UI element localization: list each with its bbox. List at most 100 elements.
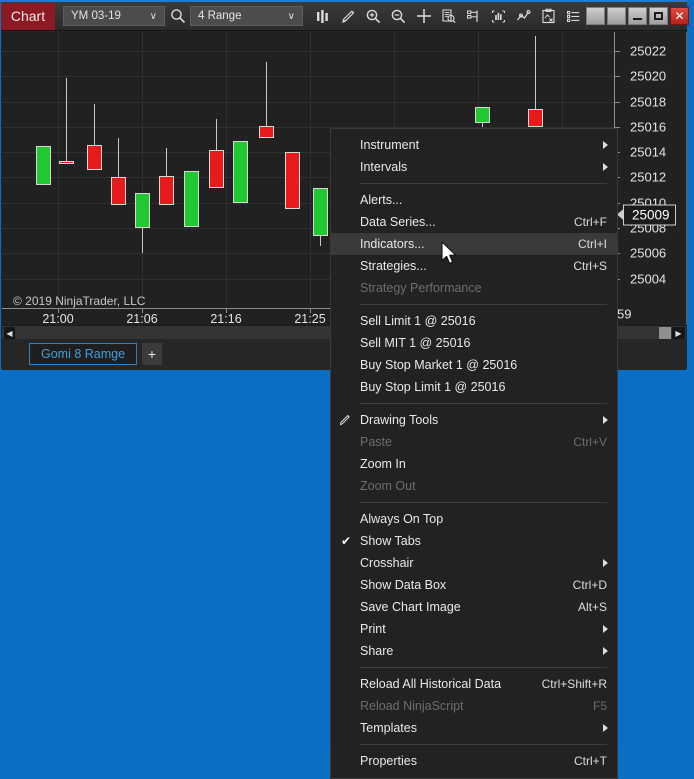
price-axis-tick	[615, 51, 620, 52]
close-button[interactable]: ✕	[670, 7, 689, 25]
partial-time-label: 59	[617, 306, 632, 322]
menu-item-label: Sell Limit 1 @ 25016	[360, 314, 476, 328]
menu-item-strategies[interactable]: Strategies... Ctrl+S	[331, 255, 617, 277]
crosshair-icon[interactable]	[411, 4, 436, 28]
menu-item-shortcut: Ctrl+T	[574, 754, 607, 768]
menu-item-label: Properties	[360, 754, 417, 768]
menu-item-shortcut: Ctrl+D	[572, 578, 607, 592]
indicators-icon[interactable]	[486, 4, 511, 28]
candle-body	[111, 177, 126, 206]
last-price-marker: 25009	[617, 204, 676, 226]
scrollbar-thumb[interactable]	[659, 327, 671, 339]
menu-item-show-data-box[interactable]: Show Data Box Ctrl+D	[331, 574, 617, 596]
candle-body	[184, 171, 199, 227]
menu-item-drawing-tools[interactable]: Drawing Tools	[331, 409, 617, 431]
list-icon[interactable]	[561, 4, 586, 28]
price-axis-label: 25012	[630, 169, 667, 185]
interval-selector[interactable]: 4 Range ∨	[190, 6, 303, 26]
menu-item-label: Share	[360, 644, 394, 658]
menu-item-shortcut: Ctrl+S	[573, 259, 607, 273]
menu-item-label: Buy Stop Market 1 @ 25016	[360, 358, 518, 372]
zoom-out-icon[interactable]	[386, 4, 411, 28]
templates-icon[interactable]	[536, 4, 561, 28]
menu-item-print[interactable]: Print	[331, 618, 617, 640]
menu-separator	[360, 183, 607, 184]
submenu-arrow-icon	[603, 141, 608, 149]
instrument-value: YM 03-19	[71, 10, 121, 22]
interval-value: 4 Range	[198, 10, 242, 22]
checkmark-icon: ✔	[341, 534, 352, 548]
gridline-vertical	[58, 32, 59, 304]
menu-item-share[interactable]: Share	[331, 640, 617, 662]
menu-item-reload-all-historical-data[interactable]: Reload All Historical Data Ctrl+Shift+R	[331, 673, 617, 695]
gridline-vertical	[310, 32, 311, 304]
chart-tab-gomi[interactable]: Gomi 8 Ramge	[29, 343, 138, 365]
minimize-button[interactable]	[628, 7, 647, 25]
restore-down-button[interactable]	[586, 7, 605, 25]
menu-item-label: Data Series...	[360, 215, 436, 229]
price-axis-label: 25020	[630, 68, 667, 84]
price-axis-label: 25006	[630, 245, 667, 261]
menu-item-data-series[interactable]: Data Series... Ctrl+F	[331, 211, 617, 233]
menu-item-label: Print	[360, 622, 386, 636]
menu-item-instrument[interactable]: Instrument	[331, 134, 617, 156]
instrument-selector[interactable]: YM 03-19 ∨	[63, 6, 165, 26]
menu-item-paste: Paste Ctrl+V	[331, 431, 617, 453]
search-icon[interactable]	[165, 4, 190, 28]
menu-item-save-chart-image[interactable]: Save Chart Image Alt+S	[331, 596, 617, 618]
menu-item-reload-ninjascript: Reload NinjaScript F5	[331, 695, 617, 717]
scroll-left-button[interactable]: ◀	[4, 327, 15, 339]
menu-item-label: Reload NinjaScript	[360, 699, 464, 713]
menu-item-label: Zoom In	[360, 457, 406, 471]
chart-app-badge[interactable]: Chart	[1, 2, 55, 30]
menu-item-label: Sell MIT 1 @ 25016	[360, 336, 471, 350]
menu-separator	[360, 502, 607, 503]
scroll-right-button[interactable]: ▶	[672, 327, 685, 339]
menu-item-label: Zoom Out	[360, 479, 416, 493]
menu-item-buy-stop-market-1-25016[interactable]: Buy Stop Market 1 @ 25016	[331, 354, 617, 376]
price-axis-tick	[615, 76, 620, 77]
menu-item-templates[interactable]: Templates	[331, 717, 617, 739]
candle-body	[87, 144, 102, 170]
price-axis[interactable]: 25022 25020 25018 25016 25014 25012 25010 25008…	[614, 32, 686, 325]
menu-item-indicators[interactable]: Indicators... Ctrl+I	[331, 233, 617, 255]
candle-body	[528, 109, 543, 127]
add-tab-button[interactable]: +	[142, 343, 162, 365]
minimize-icon	[633, 18, 642, 20]
menu-item-shortcut: Alt+S	[577, 600, 607, 614]
menu-item-sell-limit-1-25016[interactable]: Sell Limit 1 @ 25016	[331, 310, 617, 332]
menu-item-zoom-in[interactable]: Zoom In	[331, 453, 617, 475]
menu-item-crosshair[interactable]: Crosshair	[331, 552, 617, 574]
candle-body	[59, 161, 74, 165]
menu-item-alerts[interactable]: Alerts...	[331, 189, 617, 211]
candle-body	[233, 140, 248, 203]
bars-chart-icon[interactable]	[311, 4, 336, 28]
menu-item-intervals[interactable]: Intervals	[331, 156, 617, 178]
time-axis-label: 21:06	[126, 312, 158, 325]
pencil-draw-icon[interactable]	[336, 4, 361, 28]
candle-body	[475, 106, 490, 124]
window-controls: ✕	[586, 7, 693, 25]
gridline-vertical	[142, 32, 143, 304]
menu-item-buy-stop-limit-1-25016[interactable]: Buy Stop Limit 1 @ 25016	[331, 376, 617, 398]
price-axis-label: 25016	[630, 119, 667, 135]
menu-item-label: Alerts...	[360, 193, 403, 207]
strategies-icon[interactable]	[511, 4, 536, 28]
menu-item-label: Strategy Performance	[360, 281, 482, 295]
restore-up-button[interactable]	[607, 7, 626, 25]
gridline-horizontal	[2, 51, 614, 52]
menu-item-sell-mit-1-25016[interactable]: Sell MIT 1 @ 25016	[331, 332, 617, 354]
zoom-in-icon[interactable]	[361, 4, 386, 28]
menu-item-label: Indicators...	[360, 237, 425, 251]
menu-item-label: Strategies...	[360, 259, 427, 273]
maximize-button[interactable]	[649, 7, 668, 25]
menu-item-label: Reload All Historical Data	[360, 677, 502, 691]
order-ladder-icon[interactable]	[461, 4, 486, 28]
menu-item-show-tabs[interactable]: ✔ Show Tabs	[331, 530, 617, 552]
menu-item-always-on-top[interactable]: Always On Top	[331, 508, 617, 530]
candle-body	[209, 149, 224, 188]
price-axis-label: 25014	[630, 144, 667, 160]
close-icon: ✕	[674, 9, 685, 23]
data-box-icon[interactable]	[436, 4, 461, 28]
menu-item-properties[interactable]: Properties Ctrl+T	[331, 750, 617, 772]
